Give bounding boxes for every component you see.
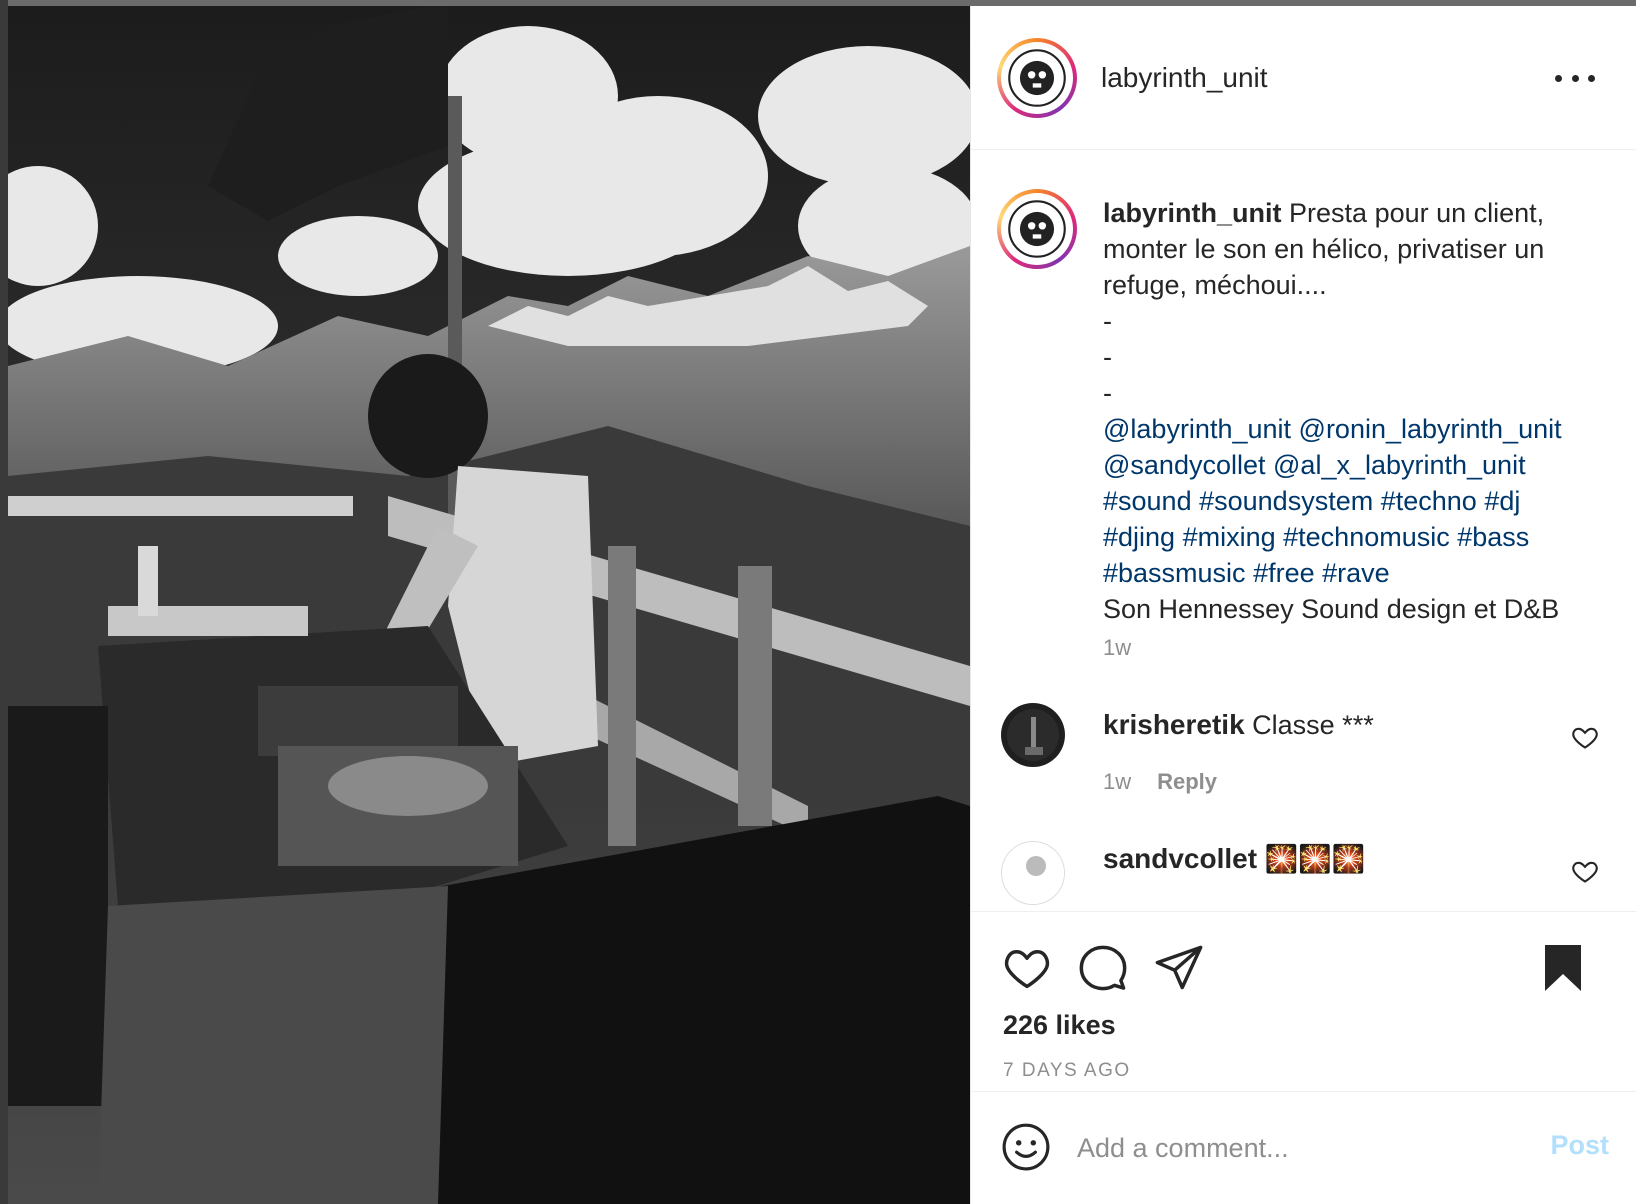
tags-line: @labyrinth_unit @ronin_labyrinth_unit — [1103, 411, 1603, 447]
mention-link[interactable]: @sandycollet — [1103, 450, 1266, 480]
caption-line: Son Hennessey Sound design et D&B — [1103, 594, 1560, 624]
caption-author-avatar[interactable] — [997, 189, 1077, 269]
posted-time[interactable]: 7 DAYS AGO — [1003, 1060, 1131, 1082]
caption-line: - — [1103, 378, 1112, 408]
more-options-icon[interactable] — [1555, 64, 1595, 92]
commenter-avatar[interactable] — [1001, 703, 1065, 767]
post-header: labyrinth_unit — [971, 6, 1636, 150]
mention-link[interactable]: @labyrinth_unit — [1103, 414, 1291, 444]
skull-logo-icon — [1008, 49, 1066, 107]
caption-line: Presta pour un client, — [1289, 198, 1545, 228]
hashtag-link[interactable]: #bass — [1457, 522, 1529, 552]
comment-text: krisheretik Classe *** — [1103, 709, 1374, 741]
caption-line: refuge, méchoui.... — [1103, 270, 1327, 300]
caption-line: monter le son en hélico, privatiser un — [1103, 234, 1545, 264]
hashtag-link[interactable]: #sound — [1103, 486, 1192, 516]
comment-body: Classe *** — [1252, 710, 1374, 740]
comment-input[interactable] — [1077, 1120, 1497, 1176]
post-caption: labyrinth_unit Presta pour un client, mo… — [1103, 195, 1603, 627]
caption-username[interactable]: labyrinth_unit — [1103, 198, 1282, 228]
post-side-panel: labyrinth_unit labyrinth_unit Presta pou… — [970, 6, 1636, 1204]
mention-link[interactable]: @al_x_labyrinth_unit — [1273, 450, 1526, 480]
hashtag-link[interactable]: #technomusic — [1283, 522, 1450, 552]
post-comment-button[interactable]: Post — [1550, 1130, 1609, 1161]
post-photo[interactable] — [8, 6, 970, 1204]
tags-line: @sandycollet @al_x_labyrinth_unit — [1103, 447, 1603, 483]
comment-like-heart-icon[interactable] — [1571, 723, 1599, 751]
mention-link[interactable]: @ronin_labyrinth_unit — [1299, 414, 1562, 444]
post-actions: 226 likes 7 DAYS AGO — [971, 911, 1636, 1091]
hashtag-link[interactable]: #bassmusic — [1103, 558, 1246, 588]
likes-count[interactable]: 226 likes — [1003, 1010, 1116, 1041]
hashtag-link[interactable]: #dj — [1484, 486, 1520, 516]
comment-text: sandvcollet 🎇🎇🎇 — [1103, 843, 1365, 875]
hashtag-link[interactable]: #soundsystem — [1199, 486, 1373, 516]
hashtag-link[interactable]: #free — [1253, 558, 1315, 588]
reply-button[interactable]: Reply — [1157, 769, 1217, 794]
comment-time[interactable]: 1w — [1103, 769, 1131, 794]
comment-body: 🎇🎇🎇 — [1264, 844, 1366, 874]
hashtag-link[interactable]: #mixing — [1183, 522, 1276, 552]
bookmark-filled-icon[interactable] — [1539, 942, 1587, 994]
comment-meta: 1w Reply — [1103, 769, 1217, 795]
smiley-icon[interactable] — [1001, 1122, 1051, 1172]
comment-username[interactable]: krisheretik — [1103, 709, 1245, 740]
comment-username[interactable]: sandvcollet — [1103, 843, 1257, 874]
commenter-avatar-image — [1002, 842, 1064, 904]
hashtag-link[interactable]: #techno — [1381, 486, 1477, 516]
commenter-avatar[interactable] — [1001, 841, 1065, 905]
comment-bubble-icon[interactable] — [1077, 942, 1129, 994]
caption-line: - — [1103, 342, 1112, 372]
paper-plane-icon[interactable] — [1153, 942, 1205, 994]
commenter-avatar-image — [1001, 703, 1065, 767]
tags-line: #djing #mixing #technomusic #bass — [1103, 519, 1603, 555]
caption-line: - — [1103, 306, 1112, 336]
comments-list: labyrinth_unit Presta pour un client, mo… — [971, 151, 1636, 911]
caption-time[interactable]: 1w — [1103, 635, 1131, 661]
hashtag-link[interactable]: #rave — [1322, 558, 1390, 588]
header-username[interactable]: labyrinth_unit — [1101, 62, 1268, 94]
hashtag-link[interactable]: #djing — [1103, 522, 1175, 552]
tags-line: #sound #soundsystem #techno #dj — [1103, 483, 1603, 519]
comment-like-heart-icon[interactable] — [1571, 857, 1599, 885]
add-comment-bar: Post — [971, 1091, 1636, 1204]
heart-icon[interactable] — [1001, 942, 1053, 994]
tags-line: #bassmusic #free #rave — [1103, 555, 1603, 591]
author-avatar[interactable] — [997, 38, 1077, 118]
window-left-edge — [0, 0, 8, 1204]
skull-logo-icon — [1008, 200, 1066, 258]
dj-mountain-photo — [8, 6, 970, 1204]
